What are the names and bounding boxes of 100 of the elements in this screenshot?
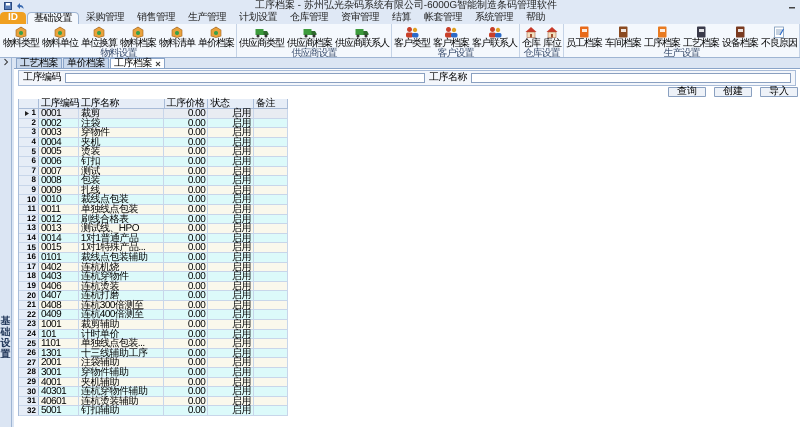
table-row[interactable]: 19 0406 连杭烫装 0.00 启用: [19, 282, 288, 292]
menu-tab[interactable]: 销售管理: [131, 12, 181, 24]
table-row[interactable]: 4 0004 夹机 0.00 启用: [19, 138, 288, 148]
ribbon-button[interactable]: 客户档案: [432, 26, 470, 49]
ribbon-button[interactable]: 供应商档案: [286, 26, 333, 49]
ribbon-button[interactable]: 库位: [542, 26, 562, 49]
table-cell-text: 0007: [40, 166, 62, 176]
ribbon-button[interactable]: 单价档案: [197, 26, 235, 49]
document-tab[interactable]: 工艺档案: [16, 58, 62, 68]
toolbar-button[interactable]: 创建: [714, 87, 752, 97]
table-row[interactable]: 12 0012 刷线合格表 0.00 启用: [19, 214, 288, 224]
menu-tab[interactable]: 帮助: [520, 12, 551, 24]
table-cell-text: 启用: [231, 291, 252, 300]
menu-tab[interactable]: 采购管理: [80, 12, 130, 24]
menu-tab[interactable]: 计划设置: [233, 12, 283, 24]
table-row[interactable]: 16 0101 裁线点包装辅助 0.00 启用: [19, 252, 288, 262]
ribbon-button[interactable]: 供应商类型: [238, 26, 285, 49]
table-cell-text: 1对1普通产品: [80, 234, 140, 243]
ribbon-button[interactable]: 物料类型: [2, 26, 40, 49]
table-row[interactable]: 5 0005 烫装 0.00 启用: [19, 147, 288, 157]
menu-tab[interactable]: 结算: [386, 12, 417, 24]
document-tab[interactable]: 单价档案: [63, 58, 109, 68]
document-tab[interactable]: 工序档案: [110, 58, 165, 68]
table-row[interactable]: 25 1101 单独线点包装... 0.00 启用: [19, 339, 288, 349]
table-row[interactable]: 30 40301 连杭穿物件辅助 0.00 启用: [19, 387, 288, 397]
column-header[interactable]: 状态: [208, 99, 254, 108]
table-row[interactable]: 15 0015 1对1特殊产品... 0.00 启用: [19, 243, 288, 253]
table-cell-text: 0011: [40, 204, 62, 214]
row-number: 24: [27, 330, 36, 338]
table-cell-text: 启用: [231, 262, 252, 272]
menu-tab[interactable]: 帐套管理: [418, 12, 468, 24]
table-cell-text: 连杭烫装: [80, 282, 120, 291]
menu-tab[interactable]: 系统管理: [469, 12, 519, 24]
ribbon-button[interactable]: 不良原因: [760, 26, 798, 49]
table-row[interactable]: 14 0014 1对1普通产品 0.00 启用: [19, 234, 288, 244]
row-number: 16: [27, 253, 36, 262]
ribbon-button[interactable]: 供应商联系人: [334, 26, 390, 49]
table-cell-text: 0.00: [186, 147, 206, 156]
toolbar-button[interactable]: 导入: [760, 87, 798, 97]
ribbon-button[interactable]: 员工档案: [565, 26, 603, 49]
table-cell-text: 4001: [40, 378, 62, 387]
table-row[interactable]: 20 0407 连杭打磨 0.00 启用: [19, 291, 288, 301]
table-row[interactable]: 31 40601 连杭烫装辅助 0.00 启用: [19, 396, 288, 406]
table-row[interactable]: 21 0408 连杭300倍测至 0.00 启用: [19, 300, 288, 310]
ribbon-button[interactable]: 物料清单: [158, 26, 196, 49]
ribbon-button[interactable]: 工艺档案: [682, 26, 720, 49]
table-row[interactable]: 23 1001 裁剪辅助 0.00 启用: [19, 320, 288, 330]
table-cell-text: 0.00: [186, 109, 206, 118]
ribbon-button[interactable]: 工序档案: [643, 26, 681, 49]
row-number: 2: [31, 118, 36, 127]
text-field[interactable]: [65, 73, 425, 83]
table-cell-text: 0.00: [186, 300, 206, 310]
menu-tab[interactable]: 生产管理: [182, 12, 232, 24]
table-row[interactable]: 26 1301 十三线辅助工序 0.00 启用: [19, 348, 288, 358]
table-row[interactable]: 18 0403 连杭穿物件 0.00 启用: [19, 272, 288, 282]
row-number: 9: [31, 186, 36, 194]
people-icon: [488, 26, 502, 38]
table-cell-text: 启用: [231, 272, 252, 282]
table-row[interactable]: 2 0002 注袋 0.00 启用: [19, 118, 288, 128]
table-row[interactable]: 28 3001 穿物件辅助 0.00 启用: [19, 368, 288, 378]
column-header[interactable]: 工序价格: [164, 99, 208, 108]
table-row[interactable]: 13 0013 测试线、HPO 0.00 启用: [19, 224, 288, 234]
row-number: 10: [27, 196, 36, 204]
table-row[interactable]: 7 0007 测试 0.00 启用: [19, 166, 288, 176]
menu-tab[interactable]: 资审管理: [335, 12, 385, 24]
table-row[interactable]: 3 0003 穿物件 0.00 启用: [19, 128, 288, 138]
menu-tab[interactable]: 仓库管理: [284, 12, 334, 24]
row-number: 11: [27, 205, 36, 214]
column-header[interactable]: 工序编码: [38, 99, 79, 108]
text-field[interactable]: [471, 73, 791, 83]
people-icon: [405, 26, 419, 38]
table-cell-text: 0.00: [186, 272, 206, 282]
table-cell-text: 0.00: [186, 166, 206, 176]
table-row[interactable]: 1 0001 裁剪 0.00 启用: [19, 109, 288, 119]
sidebar-label[interactable]: 基础设置: [0, 316, 10, 360]
table-cell-text: 0.00: [186, 320, 206, 330]
table-row[interactable]: 17 0402 连杭机烧 0.00 启用: [19, 262, 288, 272]
ribbon-group-label: 供应商设置: [290, 49, 338, 59]
table-row[interactable]: 10 0010 裁线点包装 0.00 启用: [19, 195, 288, 205]
ribbon-button[interactable]: 客户类型: [393, 26, 431, 49]
ribbon-button[interactable]: 物料档案: [119, 26, 157, 49]
table-row[interactable]: 6 0006 钉扣 0.00 启用: [19, 156, 288, 167]
ribbon-group-label: 生产设置: [662, 49, 701, 59]
ribbon-button[interactable]: 客户联系人: [471, 26, 518, 49]
table-cell-text: 0402: [40, 262, 62, 272]
ribbon-button[interactable]: 仓库: [521, 26, 541, 49]
ribbon-button[interactable]: 设备档案: [721, 26, 759, 49]
ribbon-button[interactable]: 车间档案: [604, 26, 642, 49]
table-row[interactable]: 11 0011 单独线点包装 0.00 启用: [19, 204, 288, 215]
toolbar-button[interactable]: 查询: [668, 87, 706, 97]
row-number: 27: [27, 358, 36, 367]
column-header[interactable]: 备注: [254, 99, 288, 108]
menu-tab[interactable]: 基础设置: [27, 12, 79, 24]
table-row[interactable]: 32 5001 钉扣辅助 0.00 启用: [19, 406, 288, 416]
table-cell-text: 启用: [231, 320, 252, 330]
table-row[interactable]: 8 0008 包装 0.00 启用: [19, 176, 288, 186]
ribbon-button[interactable]: 物料单位: [41, 26, 79, 49]
table-cell-text: 启用: [231, 109, 252, 118]
ribbon-button[interactable]: 单位换算: [80, 26, 118, 49]
table-cell-text: 启用: [231, 396, 252, 406]
